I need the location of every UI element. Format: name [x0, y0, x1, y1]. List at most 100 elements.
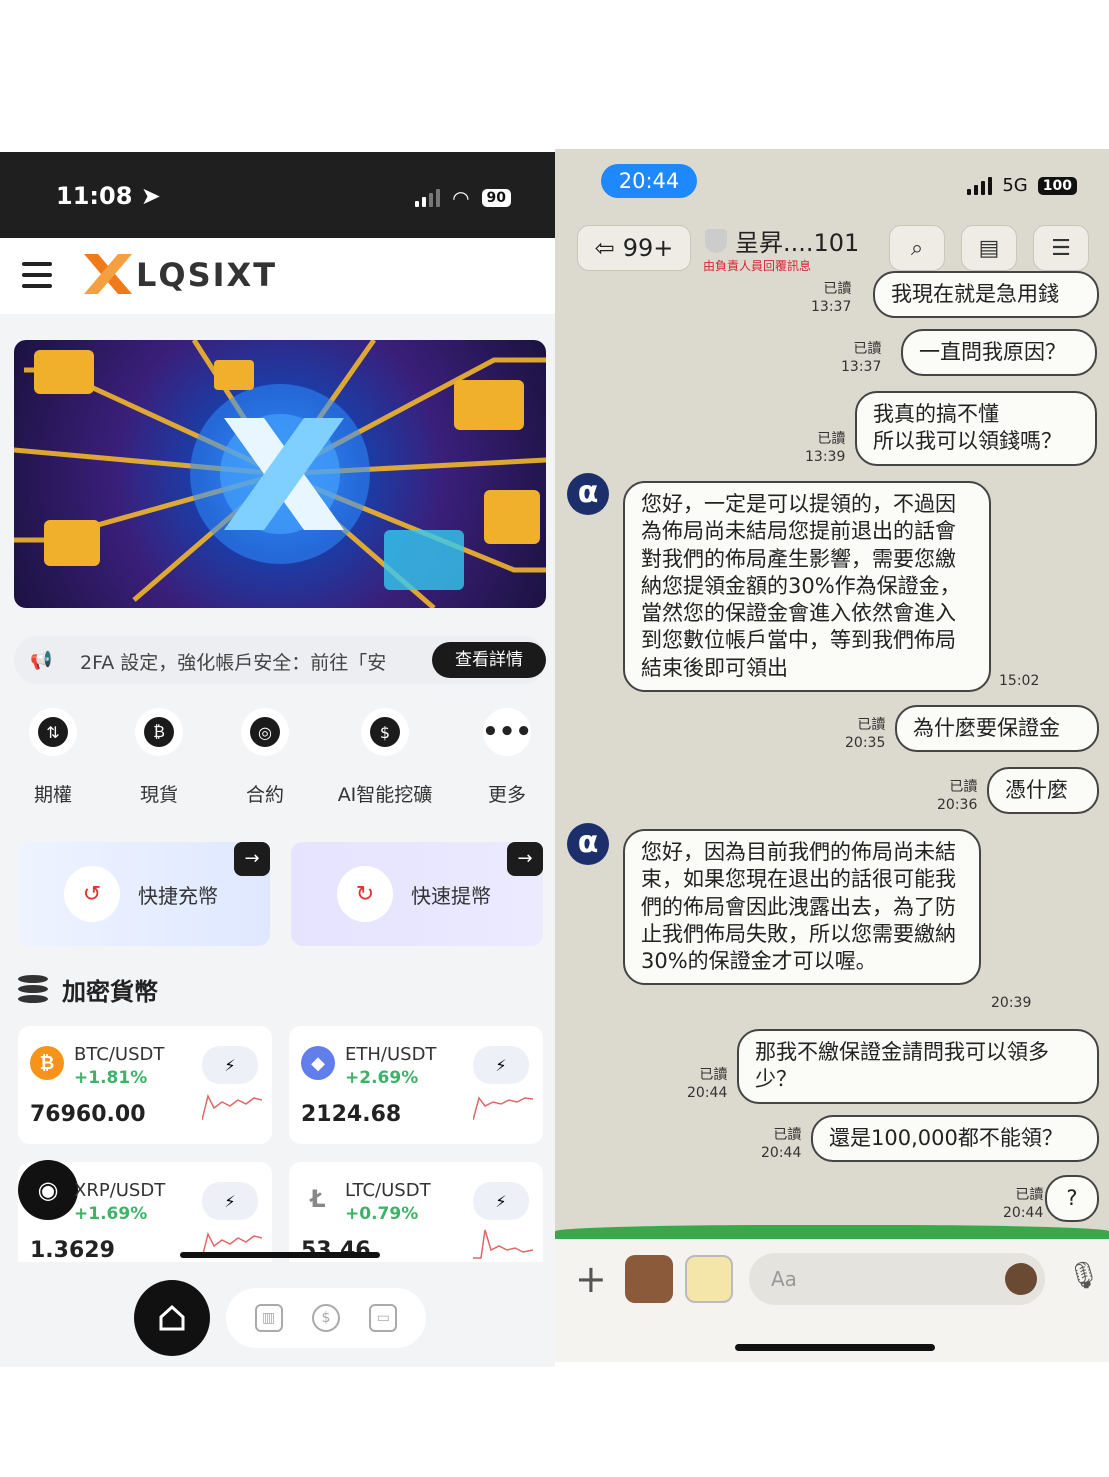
- emoji-icon[interactable]: [1005, 1263, 1037, 1295]
- ethereum-icon: ◆: [301, 1046, 335, 1080]
- dollar-tab-icon[interactable]: $: [311, 1304, 340, 1332]
- chat-app-screen: 20:44 5G 100 ⇦ 99+ 呈昇....101 由負責人員回覆訊息 ⌕…: [555, 149, 1109, 1362]
- banner-artwork: [14, 340, 546, 608]
- status-time: 11:08 ➤: [56, 182, 161, 210]
- message-meta: 已讀 13:37: [811, 281, 852, 315]
- coin-card-btc[interactable]: ₿ BTC/USDT +1.81% 76960.00 ⚡: [18, 1026, 272, 1144]
- chart-tab-icon[interactable]: ▥: [254, 1304, 283, 1332]
- message-meta: 已讀 20:44: [761, 1127, 802, 1161]
- menu-icon: ☰: [1051, 235, 1071, 261]
- back-arrow-icon: ⇦: [594, 234, 615, 262]
- signal-icon: [967, 176, 993, 195]
- message-input[interactable]: Aa: [749, 1253, 1045, 1305]
- brand-name: LQSIXT: [136, 256, 278, 294]
- options-icon: ⇅: [29, 708, 77, 756]
- contact-avatar[interactable]: α: [567, 823, 609, 865]
- lightning-icon[interactable]: ⚡: [202, 1046, 258, 1084]
- message-bubble-sent[interactable]: 為什麼要保證金: [895, 705, 1099, 753]
- sticker-icon[interactable]: [625, 1255, 673, 1303]
- plus-icon[interactable]: +: [575, 1257, 607, 1301]
- home-icon: [159, 1304, 185, 1331]
- announcement-bar[interactable]: 📢 2FA 設定，強化帳戶安全：前往「安 查看詳情: [14, 636, 546, 684]
- contact-avatar[interactable]: α: [567, 473, 609, 515]
- message-bubble-sent[interactable]: ?: [1045, 1175, 1099, 1223]
- message-meta: 已讀 20:44: [1003, 1187, 1044, 1221]
- lightning-icon[interactable]: ⚡: [202, 1182, 258, 1220]
- image-icon[interactable]: [685, 1255, 733, 1303]
- megaphone-icon: 📢: [30, 650, 53, 671]
- message-meta: 已讀 20:44: [687, 1067, 728, 1101]
- message-bubble-sent[interactable]: 憑什麼: [987, 767, 1099, 815]
- quick-action-options[interactable]: ⇅ 期權: [0, 708, 108, 807]
- message-bubble-received[interactable]: 您好，因為目前我們的佈局尚未結束，如果您現在退出的話很可能我們的佈局會因此洩露出…: [623, 829, 981, 986]
- message-bubble-sent[interactable]: 那我不繳保證金請問我可以領多少？: [737, 1029, 1099, 1104]
- sparkline-chart: [473, 1096, 533, 1121]
- quick-withdraw-card[interactable]: ↻ 快速提幣 →: [291, 842, 543, 946]
- spot-icon: ₿: [135, 708, 183, 756]
- quick-action-contract[interactable]: ◎ 合約: [210, 708, 320, 807]
- message-bubble-sent[interactable]: 還是100,000都不能領？: [811, 1115, 1099, 1163]
- status-bar: 5G 100: [967, 175, 1077, 196]
- wifi-icon: ◠: [452, 186, 470, 210]
- message-bubble-sent[interactable]: 我真的搞不懂 所以我可以領錢嗎？: [855, 391, 1097, 466]
- exchange-app-screen: 11:08 ➤ ◠ 90 LQSIXT 📢 2FA 設定，強化帳戶安全：前往「安…: [0, 152, 555, 1367]
- screenshot-composite: 11:08 ➤ ◠ 90 LQSIXT 📢 2FA 設定，強化帳戶安全：前往「安…: [0, 0, 1109, 1477]
- ai-mining-icon: $: [361, 708, 409, 756]
- view-details-button[interactable]: 查看詳情: [432, 642, 546, 678]
- microphone-icon[interactable]: 🎙: [1067, 1261, 1100, 1291]
- menu-button[interactable]: ☰: [1033, 225, 1089, 271]
- promo-banner[interactable]: [14, 340, 546, 608]
- search-icon: ⌕: [910, 235, 924, 261]
- quick-action-ai-mining[interactable]: $ AI智能挖礦: [330, 708, 440, 807]
- menu-icon[interactable]: [22, 262, 52, 288]
- contract-icon: ◎: [241, 708, 289, 756]
- chat-subtitle: 由負責人員回覆訊息: [703, 259, 812, 273]
- nav-tabs: ▥ $ ▭: [226, 1288, 426, 1348]
- message-bubble-sent[interactable]: 一直問我原因？: [901, 329, 1097, 377]
- lightning-icon[interactable]: ⚡: [473, 1182, 529, 1220]
- status-bar: 11:08 ➤ ◠ 90: [0, 152, 555, 238]
- battery-icon: 90: [481, 189, 511, 207]
- notes-icon: ▤: [978, 235, 1000, 261]
- message-meta: 已讀 20:35: [845, 717, 886, 751]
- message-time: 15:02: [999, 673, 1040, 689]
- robot-chat-icon[interactable]: ◉: [18, 1160, 78, 1220]
- wallet-tab-icon[interactable]: ▭: [369, 1304, 398, 1332]
- home-indicator: [735, 1344, 935, 1351]
- message-list: 已讀 13:37 我現在就是急用錢 已讀 13:37 一直問我原因？ 已讀 13:39…: [555, 271, 1109, 1227]
- message-meta: 已讀 13:37: [841, 341, 882, 375]
- announcement-text: 2FA 設定，強化帳戶安全：前往「安: [80, 652, 387, 674]
- bottom-nav: ▥ $ ▭: [0, 1262, 555, 1367]
- litecoin-icon: Ł: [301, 1182, 335, 1216]
- back-button[interactable]: ⇦ 99+: [577, 225, 691, 271]
- quick-actions: ⇅ 期權 ₿ 現貨 ◎ 合約 $ AI智能挖礦 ••• 更多: [0, 708, 555, 818]
- home-tab[interactable]: [134, 1280, 210, 1356]
- quick-deposit-card[interactable]: ↺ 快捷充幣 →: [18, 842, 270, 946]
- bitcoin-icon: ₿: [30, 1046, 64, 1080]
- notes-button[interactable]: ▤: [961, 225, 1017, 271]
- arrow-right-icon: →: [507, 842, 543, 876]
- quick-action-spot[interactable]: ₿ 現貨: [104, 708, 214, 807]
- arrow-right-icon: →: [234, 842, 270, 876]
- chat-title: 呈昇....101: [705, 223, 859, 258]
- signal-icon: [415, 189, 441, 207]
- message-meta: 已讀 20:36: [937, 779, 978, 813]
- sparkline-chart: [202, 1093, 262, 1121]
- battery-icon: 100: [1037, 176, 1077, 195]
- withdraw-icon: ↻: [337, 866, 393, 922]
- crypto-section-title: 加密貨幣: [18, 972, 158, 1007]
- app-header: LQSIXT: [0, 238, 555, 314]
- status-time: 20:44: [601, 164, 697, 198]
- message-bubble-received[interactable]: 您好，一定是可以提領的，不過因為佈局尚未結局您提前退出的話會對我們的佈局產生影響…: [623, 481, 991, 693]
- home-indicator: [180, 1252, 380, 1258]
- search-button[interactable]: ⌕: [889, 225, 945, 271]
- message-time: 20:39: [991, 995, 1032, 1011]
- sparkline-chart: [473, 1229, 533, 1259]
- brand-logo-icon: [84, 254, 132, 294]
- message-bubble-sent[interactable]: 我現在就是急用錢: [873, 271, 1099, 319]
- message-meta: 已讀 13:39: [805, 431, 846, 465]
- quick-action-more[interactable]: ••• 更多: [452, 708, 555, 807]
- lightning-icon[interactable]: ⚡: [473, 1046, 529, 1084]
- coin-card-eth[interactable]: ◆ ETH/USDT +2.69% 2124.68 ⚡: [289, 1026, 543, 1144]
- shield-icon: [705, 228, 727, 253]
